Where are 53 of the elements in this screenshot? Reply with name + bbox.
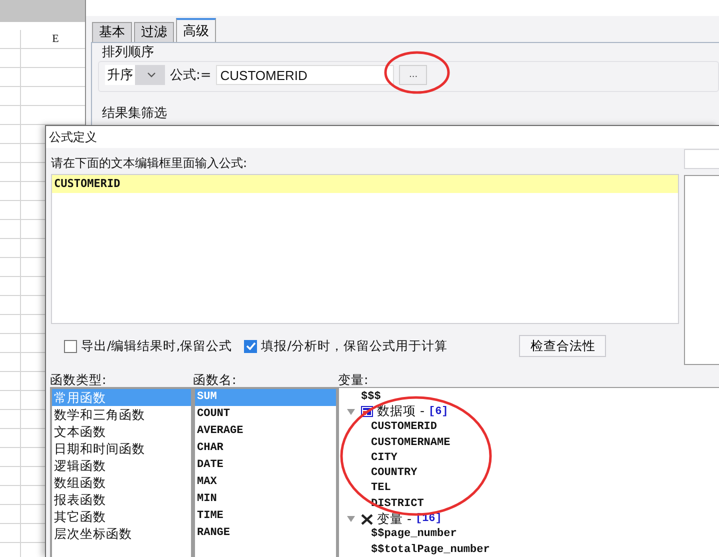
group-title: 排列顺序	[101, 45, 155, 61]
list-item[interactable]: RANGE	[195, 525, 336, 542]
list-item[interactable]: 报表函数	[52, 491, 191, 508]
item-count: [6]	[428, 406, 448, 418]
tree-item[interactable]: $$totalPage_number	[371, 544, 490, 556]
list-item[interactable]: 文本函数	[52, 423, 191, 440]
chevron-down-icon	[146, 72, 156, 78]
list-item[interactable]: 逻辑函数	[52, 457, 191, 474]
list-item[interactable]: MAX	[195, 474, 336, 491]
group-title: 结果集筛选	[101, 106, 168, 122]
list-item[interactable]: AVERAGE	[195, 423, 336, 440]
list-item[interactable]: 其它函数	[52, 508, 191, 525]
option-checkbox[interactable]: 导出/编辑结果时,保留公式	[64, 338, 232, 354]
dialog-title: 公式定义	[46, 126, 719, 148]
tree-item[interactable]: TEL	[371, 482, 391, 494]
list-item[interactable]: DATE	[195, 457, 336, 474]
tree-item[interactable]: $$page_number	[371, 528, 457, 540]
list-item[interactable]: CHAR	[195, 440, 336, 457]
tree-item[interactable]: $$$	[361, 390, 381, 403]
list-item[interactable]: TIME	[195, 508, 336, 525]
list-item[interactable]: 层次坐标函数	[52, 525, 191, 542]
tree-item[interactable]: COUNTRY	[371, 467, 418, 480]
list-label: 变量:	[338, 373, 370, 387]
list-label: 函数类型:	[50, 373, 108, 387]
formula-field[interactable]: CUSTOMERID	[216, 65, 394, 85]
option-checkbox[interactable]: 填报/分析时，保留公式用于计算	[244, 338, 448, 354]
checkbox[interactable]	[244, 340, 258, 352]
tree-item[interactable]: CITY	[371, 452, 398, 464]
prompt-label: 请在下面的文本编辑框里面输入公式:	[51, 155, 248, 172]
tab[interactable]: 高级	[176, 18, 216, 42]
tab[interactable]: 基本	[92, 22, 132, 42]
order-dropdown[interactable]: 升序	[105, 65, 165, 85]
tree-node[interactable]: 数据项 -	[377, 403, 424, 420]
list-item[interactable]: 数学和三角函数	[52, 406, 191, 423]
checkbox[interactable]	[64, 340, 77, 352]
list-item[interactable]: MIN	[195, 491, 336, 508]
tree-item[interactable]: CUSTOMERNAME	[371, 436, 450, 449]
list-item[interactable]: COUNT	[195, 406, 336, 423]
browse-button[interactable]: ...	[399, 65, 428, 85]
check-button[interactable]: 检查合法性	[519, 335, 606, 357]
tree-item[interactable]: CUSTOMERID	[371, 421, 438, 434]
list-item[interactable]: 日期和时间函数	[52, 440, 191, 457]
tab[interactable]: 过滤	[134, 22, 174, 42]
input-field[interactable]	[684, 149, 719, 169]
list-label: 函数名:	[193, 373, 238, 387]
cross-icon	[361, 514, 373, 525]
expand-arrow-icon[interactable]	[347, 516, 355, 522]
tree-node[interactable]: 变量 -	[377, 510, 412, 528]
highlight-circle	[384, 51, 450, 94]
formula-label: 公式:=	[170, 67, 212, 84]
expand-arrow-icon[interactable]	[347, 408, 355, 415]
list-item[interactable]: 数组函数	[52, 474, 191, 491]
formula-editor[interactable]: CUSTOMERID	[51, 174, 679, 324]
